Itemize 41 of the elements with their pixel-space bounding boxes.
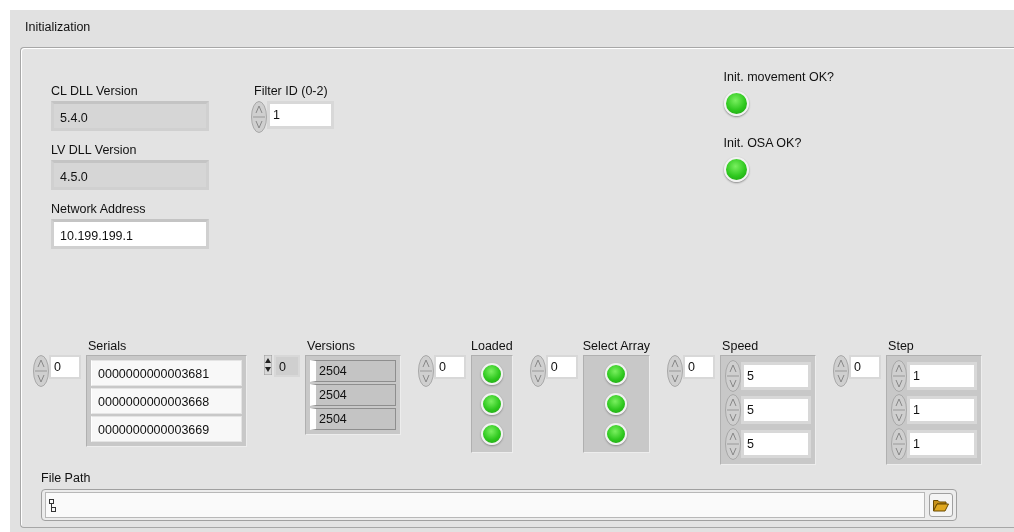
- field-label: LV DLL Version: [51, 143, 138, 157]
- panel-title: Initialization: [25, 20, 92, 34]
- array-label: Versions: [307, 339, 355, 353]
- value-display: 4.5.0: [51, 160, 209, 190]
- led-label: Init. OSA OK?: [723, 136, 802, 150]
- spinner-icon[interactable]: [264, 355, 272, 375]
- browse-button[interactable]: [929, 493, 953, 517]
- index-field[interactable]: 0: [434, 355, 466, 379]
- value-display: 2504: [310, 408, 396, 430]
- index-field[interactable]: 0: [49, 355, 81, 379]
- index-field[interactable]: 0: [545, 355, 578, 379]
- field-label: CL DLL Version: [51, 84, 139, 98]
- array-label: Step: [888, 339, 914, 353]
- led-label: Init. movement OK?: [723, 70, 834, 84]
- index-field[interactable]: 0: [274, 355, 300, 377]
- index-field[interactable]: 0: [683, 355, 716, 379]
- string-cell[interactable]: 0000000000003668: [91, 388, 242, 414]
- index-field[interactable]: 0: [849, 355, 882, 379]
- field-label: File Path: [41, 471, 92, 485]
- field-label: Filter ID (0-2): [254, 84, 329, 98]
- value-display: 2504: [310, 384, 396, 406]
- number-field[interactable]: 1: [267, 101, 334, 129]
- number-field[interactable]: 1: [907, 430, 978, 458]
- input-field[interactable]: 10.199.199.1: [51, 219, 209, 249]
- value-display: 5.4.0: [51, 101, 209, 131]
- path-icon: [49, 498, 56, 512]
- path-field[interactable]: [45, 492, 925, 518]
- value-display: 2504: [310, 360, 396, 382]
- string-cell[interactable]: 0000000000003669: [91, 416, 242, 442]
- number-field[interactable]: 5: [741, 362, 812, 390]
- array-label: Select Array: [582, 339, 651, 353]
- array-label: Loaded: [471, 339, 513, 353]
- number-field[interactable]: 5: [741, 396, 812, 424]
- field-label: Network Address: [51, 202, 147, 216]
- number-field[interactable]: 1: [907, 362, 978, 390]
- folder-icon: [933, 498, 949, 512]
- string-cell[interactable]: 0000000000003681: [91, 360, 242, 386]
- array-label: Serials: [88, 339, 127, 353]
- number-field[interactable]: 1: [907, 396, 978, 424]
- number-field[interactable]: 5: [741, 430, 812, 458]
- array-label: Speed: [722, 339, 759, 353]
